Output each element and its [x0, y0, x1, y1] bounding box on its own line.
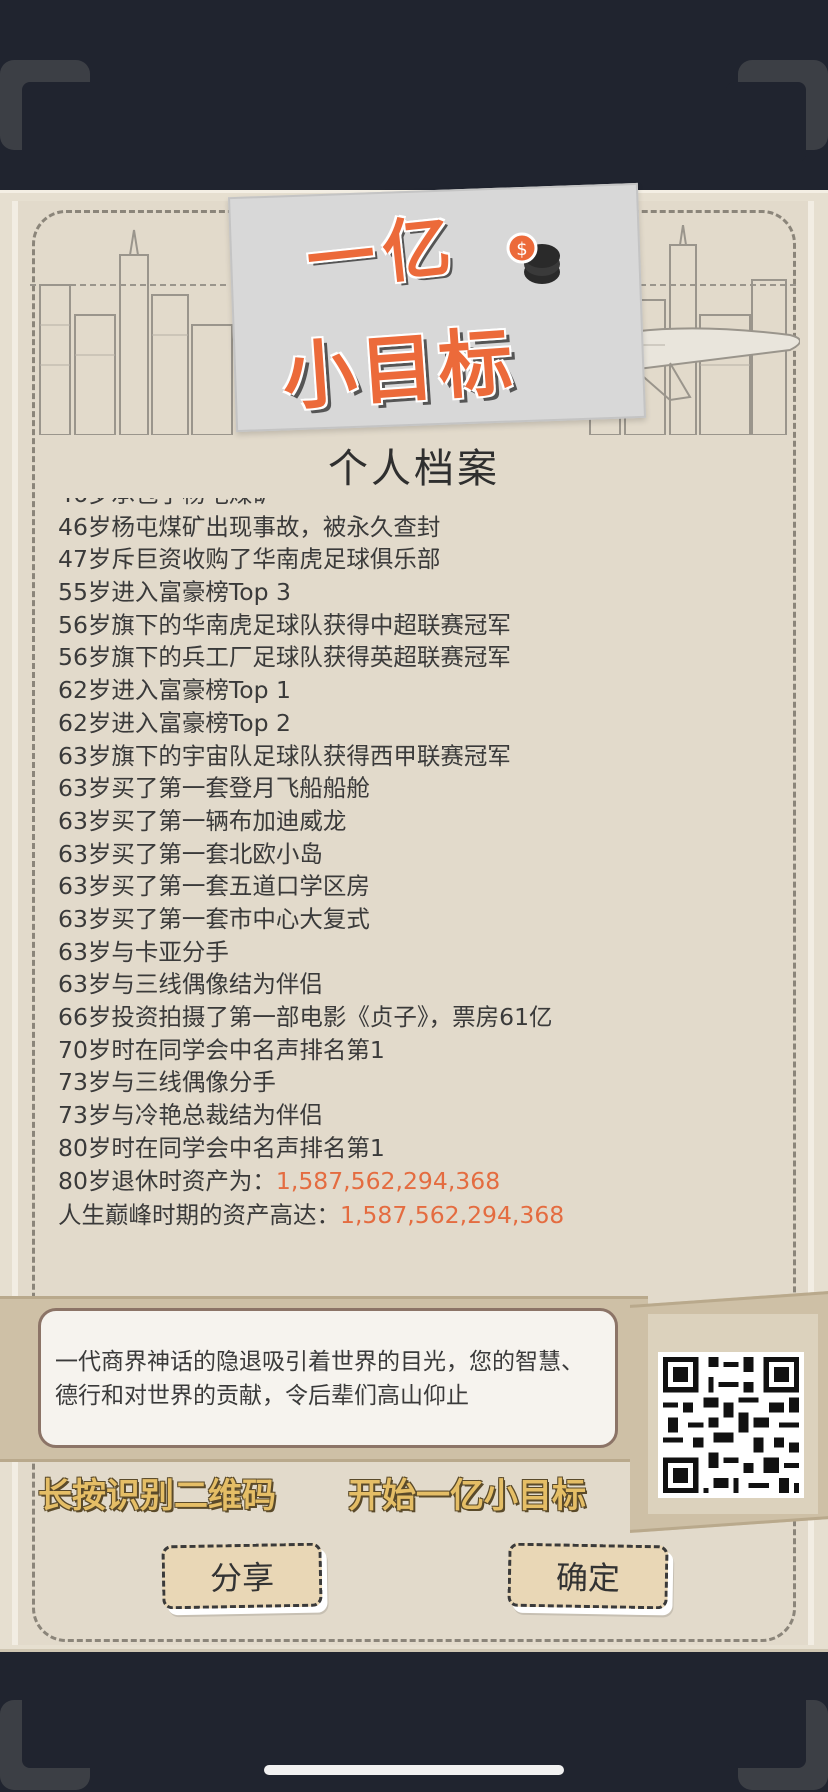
qr-code-icon[interactable]: [658, 1352, 804, 1498]
life-event-item: 80岁时在同学会中名声排名第1: [58, 1133, 385, 1162]
corner-bracket-bottom-right: [726, 1688, 828, 1790]
confirm-button[interactable]: 确定: [507, 1542, 669, 1610]
top-frame: [0, 0, 828, 190]
peak-assets-label: 人生巅峰时期的资产高达：: [58, 1201, 340, 1230]
life-event-item: 63岁与卡亚分手: [58, 937, 229, 966]
life-event-item: 63岁买了第一套登月飞船船舱: [58, 774, 370, 803]
life-event-item: 63岁买了第一套五道口学区房: [58, 872, 370, 901]
logo-title-line1: 一亿: [303, 207, 463, 302]
life-event-item: 73岁与冷艳总裁结为伴侣: [58, 1101, 323, 1130]
life-event-item: 63岁旗下的宇宙队足球队获得西甲联赛冠军: [58, 741, 511, 770]
scan-qr-caption: 长按识别二维码: [38, 1476, 276, 1516]
retirement-assets-row: 80岁退休时资产为：1,587,562,294,368: [58, 1164, 564, 1198]
life-event-item: 70岁时在同学会中名声排名第1: [58, 1035, 385, 1064]
logo-title-line2: 小目标: [279, 318, 520, 422]
life-event-item: 66岁投资拍摄了第一部电影《贞子》，票房61亿: [58, 1003, 553, 1031]
corner-bracket-top-left: [0, 60, 102, 162]
life-event-item: 62岁进入富豪榜Top 1: [58, 676, 291, 705]
life-event-item: 46岁承包了杨屯煤矿: [58, 498, 564, 511]
share-button[interactable]: 分享: [161, 1542, 323, 1610]
retirement-assets-value: 1,587,562,294,368: [275, 1167, 501, 1196]
dollar-coin-stack-icon: $: [506, 232, 560, 284]
life-event-item: 62岁进入富豪榜Top 2: [58, 708, 291, 737]
message-text: 一代商界神话的隐退吸引着世界的目光，您的智慧、德行和对世界的贡献，令后辈们高山仰…: [55, 1349, 584, 1409]
retirement-assets-label: 80岁退休时资产为：: [58, 1167, 276, 1196]
peak-assets-row: 人生巅峰时期的资产高达：1,587,562,294,368: [58, 1198, 564, 1232]
life-event-item: 56岁旗下的兵工厂足球队获得英超联赛冠军: [58, 643, 511, 672]
life-event-item: 63岁买了第一套市中心大复式: [58, 904, 370, 933]
life-event-item: 63岁买了第一辆布加迪威龙: [58, 806, 347, 835]
peak-assets-value: 1,587,562,294,368: [340, 1201, 565, 1230]
home-indicator[interactable]: [264, 1765, 564, 1775]
corner-bracket-top-right: [726, 60, 828, 162]
page-title: 个人档案: [328, 446, 500, 492]
start-goal-caption: 开始一亿小目标: [348, 1476, 586, 1516]
life-event-item: 63岁买了第一套北欧小岛: [58, 839, 323, 868]
life-event-item: 63岁与三线偶像结为伴侣: [58, 970, 323, 999]
svg-text:$: $: [516, 239, 527, 260]
corner-bracket-bottom-left: [0, 1688, 102, 1790]
life-events-list[interactable]: 46岁承包了杨屯煤矿46岁杨屯煤矿出现事故，被永久查封 47岁斥巨资收购了华南虎足…: [58, 498, 778, 1272]
life-event-item: 55岁进入富豪榜Top 3: [58, 578, 291, 607]
life-event-item: 47岁斥巨资收购了华南虎足球俱乐部: [58, 545, 441, 574]
life-event-item: 56岁旗下的华南虎足球队获得中超联赛冠军: [58, 610, 511, 639]
message-box: 一代商界神话的隐退吸引着世界的目光，您的智慧、德行和对世界的贡献，令后辈们高山仰…: [38, 1308, 618, 1448]
life-event-item: 73岁与三线偶像分手: [58, 1068, 276, 1097]
life-event-item: 46岁杨屯煤矿出现事故，被永久查封: [58, 512, 441, 541]
